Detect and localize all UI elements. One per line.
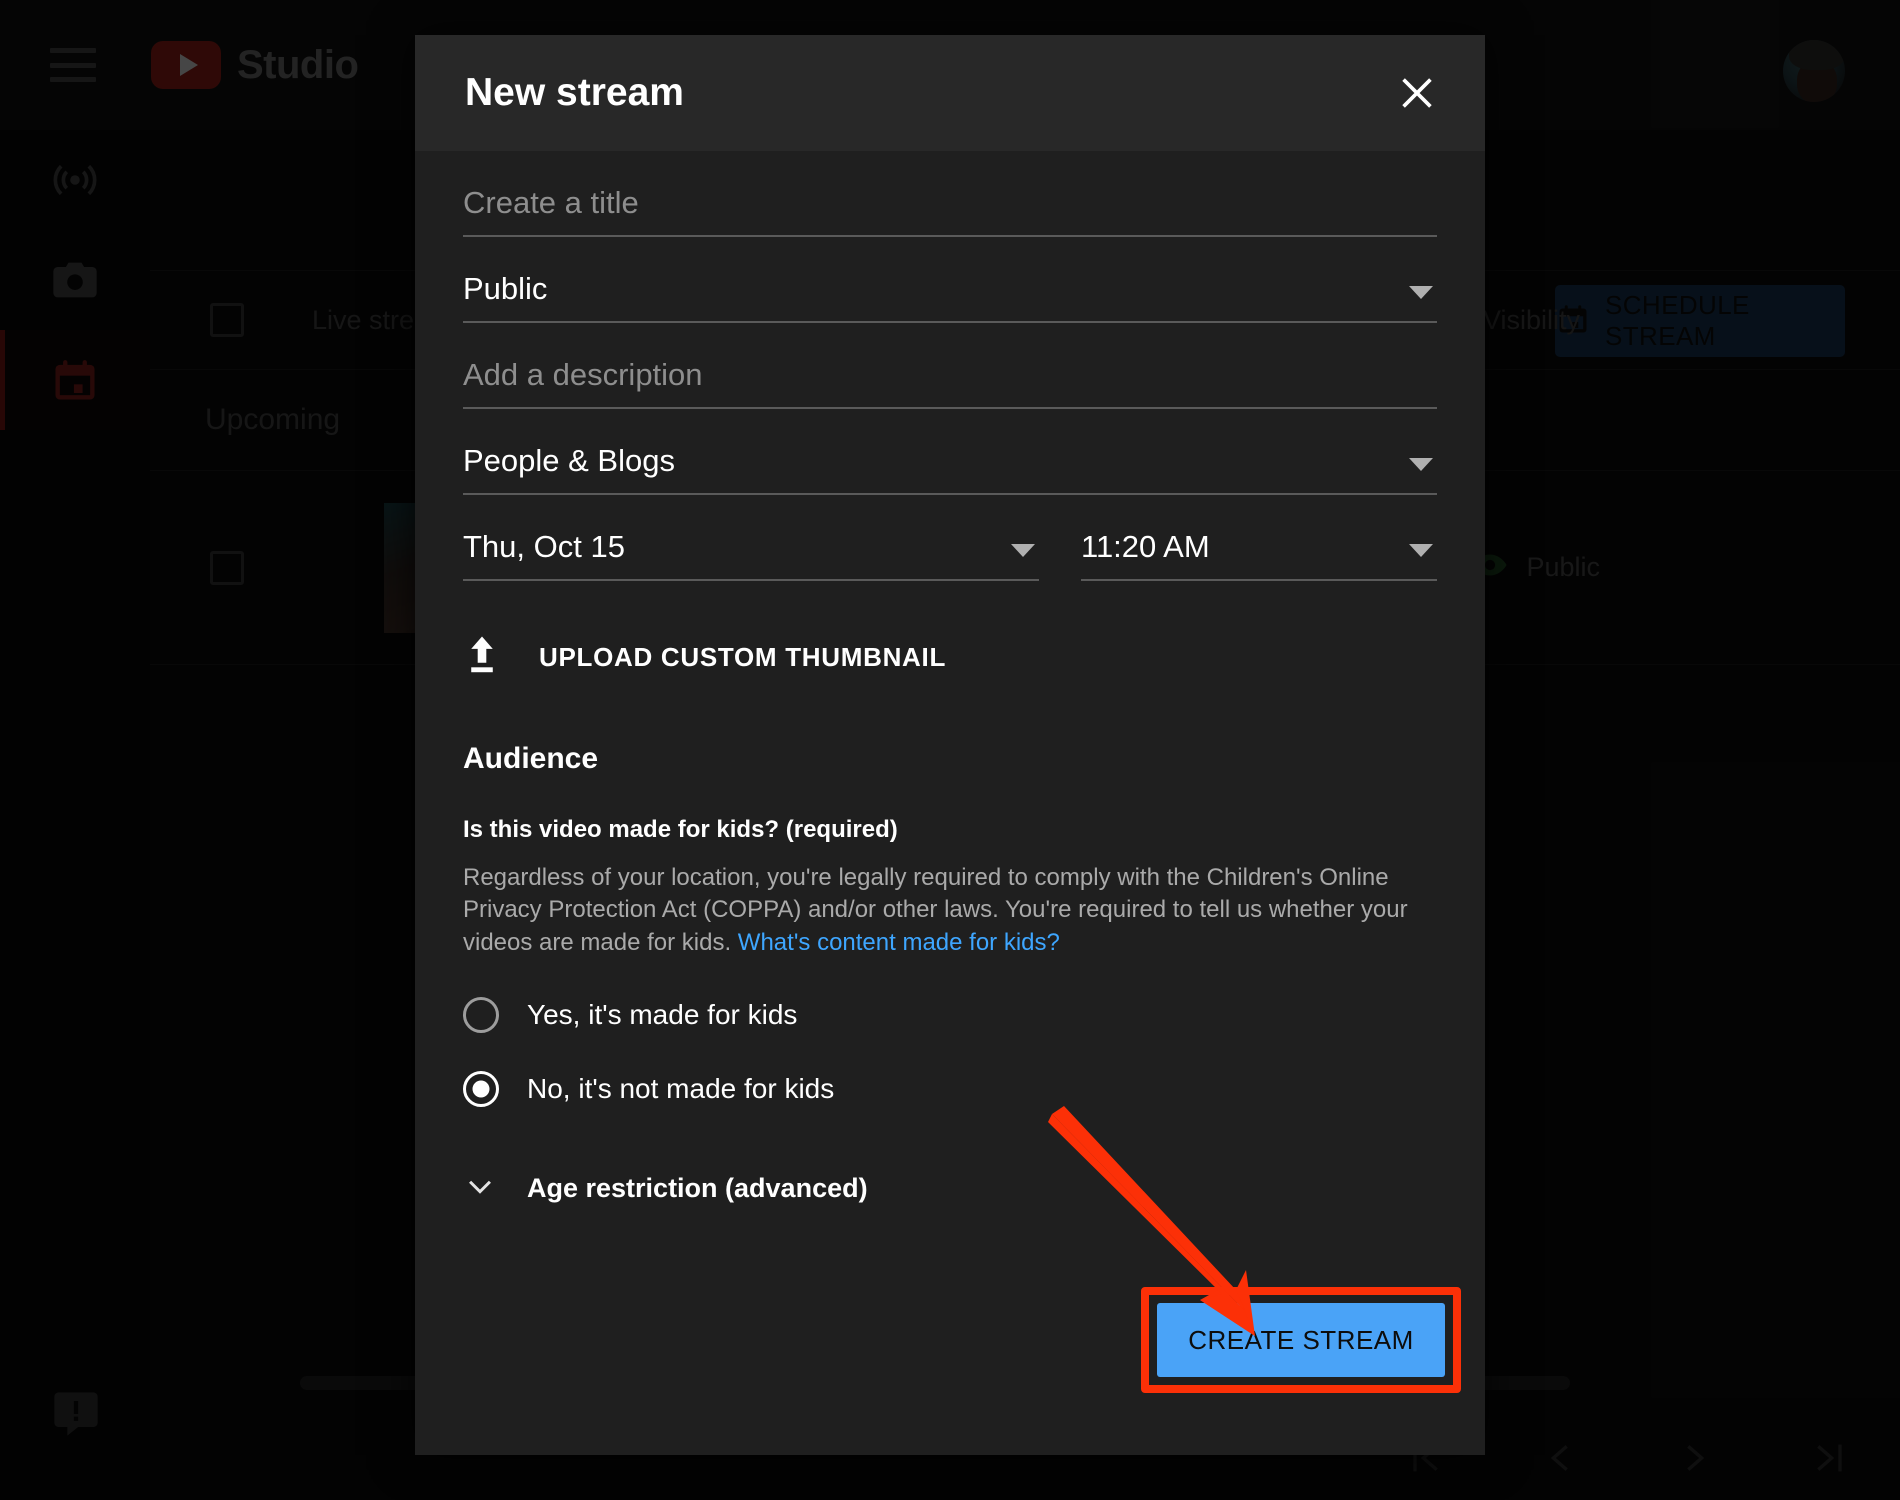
title-placeholder: Create a title [463, 185, 639, 220]
chevron-down-icon [1409, 544, 1433, 557]
radio-option-no[interactable]: No, it's not made for kids [463, 1071, 1437, 1108]
new-stream-dialog: New stream Create a title Public Add a d… [415, 35, 1485, 1455]
audience-heading: Audience [463, 742, 599, 775]
date-select[interactable]: Thu, Oct 15 [463, 495, 1039, 581]
schedule-row: Thu, Oct 15 11:20 AM [463, 495, 1437, 581]
date-value: Thu, Oct 15 [463, 529, 625, 564]
radio-no-indicator[interactable] [463, 1071, 499, 1108]
audience-description: Regardless of your location, you're lega… [463, 862, 1437, 959]
age-restriction-toggle[interactable]: Age restriction (advanced) [463, 1169, 1437, 1208]
chevron-down-icon [1409, 286, 1433, 299]
age-restriction-label: Age restriction (advanced) [527, 1173, 868, 1204]
create-stream-highlight: CREATE STREAM [1141, 1287, 1461, 1393]
category-value: People & Blogs [463, 443, 675, 478]
title-input[interactable]: Create a title [463, 151, 1437, 237]
visibility-select[interactable]: Public [463, 237, 1437, 323]
upload-icon [463, 635, 501, 680]
radio-no-label: No, it's not made for kids [527, 1073, 835, 1105]
made-for-kids-link[interactable]: What's content made for kids? [738, 929, 1060, 956]
page-title: New stream [465, 71, 684, 114]
close-icon[interactable] [1391, 67, 1443, 119]
highlight-box: CREATE STREAM [1141, 1287, 1461, 1393]
dialog-body: Create a title Public Add a description … [415, 151, 1485, 1455]
description-placeholder: Add a description [463, 357, 703, 392]
dialog-header: New stream [415, 35, 1485, 151]
description-input[interactable]: Add a description [463, 323, 1437, 409]
chevron-down-icon [1409, 458, 1433, 471]
audience-question: Is this video made for kids? (required) [463, 816, 898, 843]
chevron-down-icon [463, 1169, 497, 1208]
upload-thumbnail-button[interactable]: UPLOAD CUSTOM THUMBNAIL [463, 635, 1437, 680]
visibility-value: Public [463, 271, 548, 306]
time-select[interactable]: 11:20 AM [1081, 495, 1437, 581]
category-select[interactable]: People & Blogs [463, 409, 1437, 495]
time-value: 11:20 AM [1081, 529, 1210, 564]
radio-option-yes[interactable]: Yes, it's made for kids [463, 997, 1437, 1034]
upload-thumbnail-label: UPLOAD CUSTOM THUMBNAIL [539, 642, 947, 672]
screen: Studio [0, 0, 1900, 1500]
radio-yes-indicator[interactable] [463, 997, 499, 1034]
chevron-down-icon [1011, 544, 1035, 557]
create-stream-button[interactable]: CREATE STREAM [1157, 1303, 1445, 1377]
radio-yes-label: Yes, it's made for kids [527, 999, 798, 1031]
